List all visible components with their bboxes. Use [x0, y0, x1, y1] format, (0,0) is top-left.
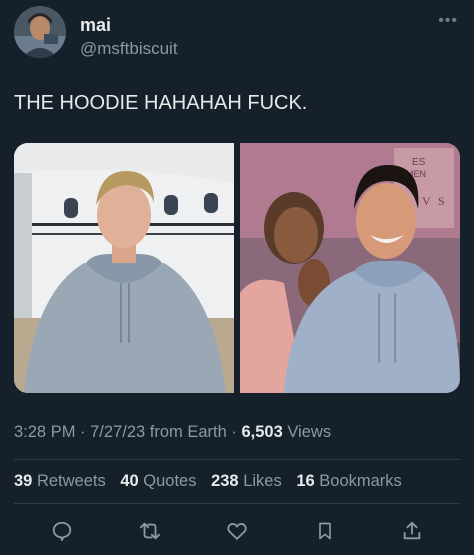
like-icon[interactable] [225, 519, 249, 543]
tweet-source: from Earth [145, 423, 227, 441]
meta-separator: · [226, 423, 242, 441]
quotes-stat[interactable]: 40 Quotes [120, 472, 196, 490]
tweet-meta: 3:28 PM · 7/27/23 from Earth · 6,503 Vie… [14, 423, 331, 442]
media-photo-left[interactable] [14, 143, 234, 393]
tweet-actions [14, 515, 460, 547]
views-count[interactable]: 6,503 [241, 423, 282, 441]
retweets-stat[interactable]: 39 Retweets [14, 472, 106, 490]
tweet-time[interactable]: 3:28 PM [14, 423, 75, 441]
retweet-icon[interactable] [138, 519, 162, 543]
sign-text-v: V [422, 194, 431, 208]
likes-count: 238 [211, 472, 239, 490]
retweets-count: 39 [14, 472, 33, 490]
sign-text-s: S [438, 194, 445, 208]
avatar[interactable] [14, 6, 66, 58]
retweets-label: Retweets [36, 472, 106, 490]
divider [14, 503, 460, 504]
tweet-stats: 39 Retweets 40 Quotes 238 Likes 16 Bookm… [14, 472, 412, 491]
share-icon[interactable] [400, 519, 424, 543]
media-photo-right[interactable]: ES MEN V S [240, 143, 460, 393]
divider [14, 459, 460, 460]
views-label: Views [282, 423, 332, 441]
likes-stat[interactable]: 238 Likes [211, 472, 282, 490]
bookmarks-stat[interactable]: 16 Bookmarks [296, 472, 401, 490]
sign-text-es: ES [412, 157, 426, 168]
tweet-date[interactable]: 7/27/23 [90, 423, 145, 441]
tweet-media[interactable]: ES MEN V S [14, 143, 460, 393]
more-options-icon[interactable]: ••• [438, 12, 458, 30]
quotes-label: Quotes [143, 472, 197, 490]
meta-separator: · [75, 423, 91, 441]
display-name[interactable]: mai [80, 15, 111, 36]
bookmark-icon[interactable] [313, 519, 337, 543]
bookmarks-count: 16 [296, 472, 315, 490]
tweet-text: THE HOODIE HAHAHAH FUCK. [14, 92, 308, 114]
bookmarks-label: Bookmarks [319, 472, 402, 490]
tweet-header: mai @msftbiscuit ••• [14, 6, 460, 58]
likes-label: Likes [243, 472, 282, 490]
user-handle[interactable]: @msftbiscuit [80, 39, 178, 59]
reply-icon[interactable] [50, 519, 74, 543]
quotes-count: 40 [120, 472, 139, 490]
